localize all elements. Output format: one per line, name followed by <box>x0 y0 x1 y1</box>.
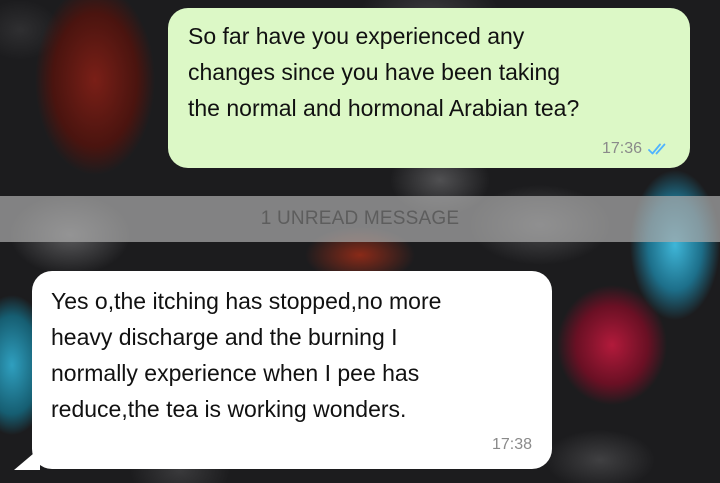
unread-messages-label: 1 UNREAD MESSAGE <box>260 208 460 229</box>
incoming-message-time: 17:38 <box>491 436 532 453</box>
outgoing-message-meta: 17:36 <box>602 140 670 158</box>
double-check-read-icon <box>648 142 670 156</box>
outgoing-message-text: So far have you experienced any changes … <box>188 23 580 121</box>
outgoing-message-time: 17:36 <box>601 140 642 157</box>
unread-messages-divider: 1 UNREAD MESSAGE <box>0 196 720 242</box>
incoming-message-bubble[interactable]: Yes o,the itching has stopped,no more he… <box>32 271 552 469</box>
incoming-message-meta: 17:38 <box>492 423 532 459</box>
outgoing-message-bubble[interactable]: So far have you experienced any changes … <box>168 8 690 168</box>
incoming-message-text: Yes o,the itching has stopped,no more he… <box>51 288 442 422</box>
